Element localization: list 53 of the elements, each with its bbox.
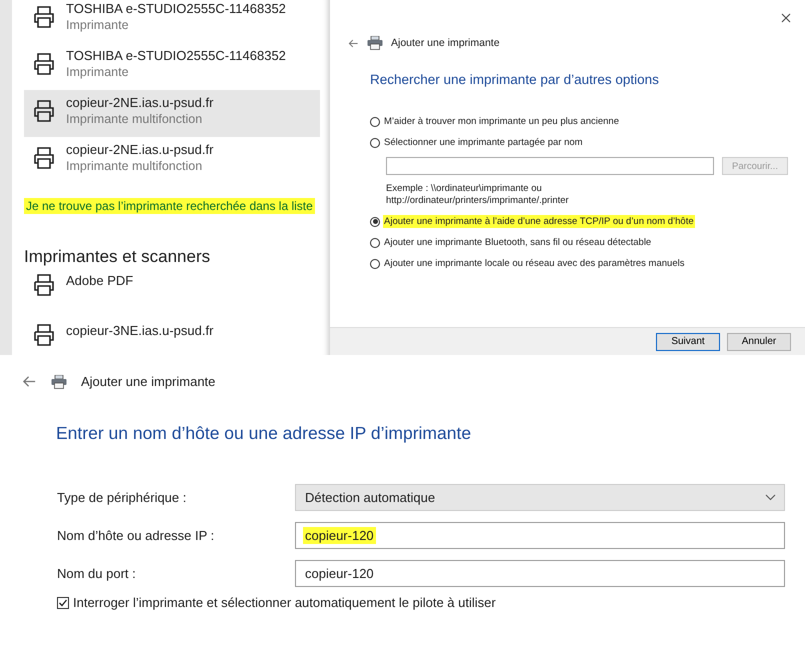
printer-name[interactable]: Adobe PDF (66, 273, 134, 289)
radio-button[interactable] (370, 138, 380, 148)
dialog-button[interactable]: Annuler (727, 332, 791, 350)
printer-icon (32, 273, 56, 297)
radio-button[interactable] (370, 258, 380, 268)
field-label: Nom d’hôte ou adresse IP : (57, 528, 216, 543)
printer-type: Imprimante (66, 17, 129, 33)
printer-icon (32, 99, 56, 123)
radio-button[interactable] (370, 238, 380, 248)
option-label: Ajouter une imprimante Bluetooth, sans fil ou réseau détectable (383, 236, 652, 249)
printer-name: copieur-2NE.ias.u-psud.fr (66, 142, 214, 158)
printer-icon (32, 146, 56, 170)
printer-name: TOSHIBA e-STUDIO2555C-11468352 (66, 48, 286, 64)
chevron-down-icon (765, 494, 776, 501)
option-label: Ajouter une imprimante locale ou réseau avec des paramètres manuels (383, 257, 686, 270)
radio-button[interactable] (370, 116, 380, 126)
checkbox[interactable] (57, 596, 69, 608)
section-heading: Imprimantes et scanners (24, 247, 212, 267)
field-label: Nom du port : (57, 566, 137, 581)
printer-name: copieur-2NE.ias.u-psud.fr (66, 95, 214, 111)
printer-icon (32, 323, 56, 347)
dialog-title: Ajouter une imprimante (81, 374, 216, 389)
missing-printer-link[interactable]: Je ne trouve pas l’imprimante recherchée dans la liste (24, 198, 315, 214)
printer-type: Imprimante multifonction (66, 111, 202, 127)
printer-list-item[interactable]: TOSHIBA e-STUDIO2555C-11468352 Imprimante (24, 43, 320, 90)
printer-type: Imprimante multifonction (66, 158, 202, 174)
dialog-title: Ajouter une imprimante (391, 37, 500, 49)
input-field[interactable]: copieur-120 (295, 560, 785, 587)
option-label: Sélectionner une imprimante partagée par nom (383, 136, 584, 149)
dialog-heading: Rechercher une imprimante par d’autres options (370, 72, 660, 87)
device-type-dropdown[interactable]: Détection automatique (295, 484, 785, 511)
printer-icon (32, 5, 56, 29)
printer-list-item[interactable]: copieur-2NE.ias.u-psud.fr Imprimante multifonction (24, 137, 320, 184)
option-label: M’aider à trouver mon imprimante un peu plus ancienne (383, 115, 620, 128)
printer-icon (32, 52, 56, 76)
dialog-button[interactable]: Suivant (656, 332, 720, 350)
back-arrow-icon[interactable] (22, 374, 37, 389)
printer-icon (51, 374, 67, 388)
printer-name-field[interactable] (386, 157, 714, 175)
printer-list-item[interactable]: copieur-2NE.ias.u-psud.fr Imprimante multifonction (24, 90, 320, 137)
printer-icon (367, 36, 383, 50)
field-label: Type de périphérique : (57, 490, 188, 505)
radio-button[interactable] (370, 216, 380, 226)
printer-list-item[interactable]: TOSHIBA e-STUDIO2555C-11468352 Imprimante (24, 0, 320, 43)
printer-name[interactable]: copieur-3NE.ias.u-psud.fr (66, 323, 214, 339)
printer-name: TOSHIBA e-STUDIO2555C-11468352 (66, 1, 286, 17)
dialog-heading: Entrer un nom d’hôte ou une adresse IP d’imprimante (56, 423, 472, 444)
checkbox-label: Interroger l’imprimante et sélectionner automatiquement le pilote à utiliser (73, 595, 496, 610)
example-text: Exemple : \\ordinateur\imprimante ou http://ordinateur/printers/imprimante/.printer (386, 183, 570, 207)
option-label: Ajouter une imprimante à l’aide d’une adresse TCP/IP ou d’un nom d’hôte (383, 215, 695, 228)
input-field[interactable]: copieur-120 (295, 522, 785, 549)
printer-type: Imprimante (66, 64, 129, 80)
back-arrow-icon[interactable] (348, 38, 359, 48)
